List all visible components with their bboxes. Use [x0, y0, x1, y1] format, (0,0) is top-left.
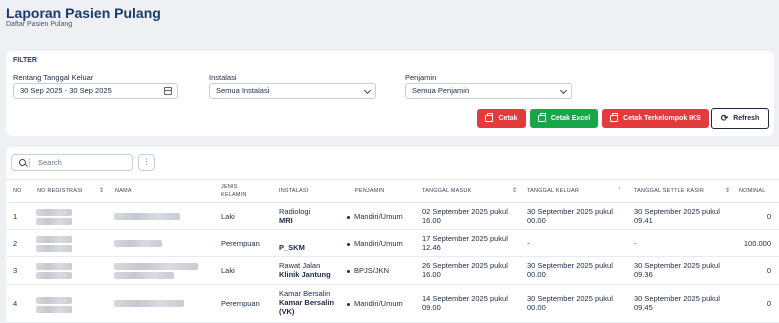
redacted-nama: [114, 240, 162, 247]
table-row[interactable]: 1 Laki Radiologi MRI Mandiri/Umum 02 Sep…: [6, 203, 779, 230]
row-no: 3: [13, 266, 18, 275]
redacted-registrasi: [36, 272, 72, 279]
row-jam-masuk: 09.00: [422, 303, 441, 312]
row-tanggal-settle: -: [634, 239, 637, 248]
sort-asc-icon[interactable]: ↑: [618, 186, 621, 192]
row-penjamin: Mandiri/Umum: [347, 299, 403, 309]
row-jam-keluar: 00.00: [527, 303, 546, 312]
filter-card: FILTER Rentang Tanggal Keluar 30 Sep 202…: [6, 51, 774, 136]
col-no-registrasi[interactable]: NO REGISTRASI: [37, 188, 83, 194]
cetak-label: Cetak: [498, 115, 518, 122]
row-jam-settle: 09.36: [634, 270, 653, 279]
redacted-nama: [114, 300, 184, 307]
instalasi-value: Semua Instalasi: [216, 86, 270, 95]
redacted-registrasi: [36, 209, 72, 216]
row-unit: P_SKM: [279, 243, 305, 252]
printer-icon: [610, 113, 619, 122]
sort-icon[interactable]: ⇕: [725, 187, 730, 194]
row-unit: Klinik Jantung: [279, 270, 331, 279]
penjamin-select[interactable]: Semua Penjamin: [405, 83, 572, 99]
row-jam-masuk: 16.00: [422, 270, 441, 279]
redacted-nama: [114, 213, 180, 220]
row-penjamin: BPJS/JKN: [347, 266, 389, 276]
table-row[interactable]: 3 Laki Rawat Jalan Klinik Jantung BPJS/J…: [6, 257, 779, 285]
row-unit: MRI: [279, 216, 293, 225]
col-jenis-kelamin: JENIS: [221, 184, 238, 190]
row-nominal: 0: [766, 299, 771, 308]
calendar-icon: [164, 87, 172, 95]
col-nama: NAMA: [115, 188, 132, 194]
row-no: 4: [13, 299, 18, 308]
col-instalasi: INSTALASI: [279, 188, 309, 194]
table-row[interactable]: 4 Perempuan Kamar Bersalin Kamar Bersali…: [6, 285, 779, 323]
chevron-down-icon: [363, 86, 372, 95]
row-nominal: 100.000: [743, 239, 771, 248]
table-card: Search ⫶ NO NO REGISTRASI ⇕ NAMA JENIS K…: [6, 147, 779, 323]
redacted-nama: [114, 272, 174, 279]
cetak-excel-label: Cetak Excel: [550, 115, 591, 122]
row-no: 1: [13, 212, 18, 221]
row-penjamin: Mandiri/Umum: [347, 212, 403, 222]
row-no: 2: [13, 239, 18, 248]
cetak-terkelompok-label: Cetak Terkelompok IKS: [623, 115, 701, 122]
sort-icon[interactable]: ⇕: [512, 187, 517, 194]
row-penjamin: Mandiri/Umum: [347, 239, 403, 249]
printer-icon: [485, 113, 494, 122]
search-icon: [16, 158, 30, 168]
col-tanggal-settle[interactable]: TANGGAL SETTLE KASIR: [634, 188, 704, 194]
row-jenis-kelamin: Perempuan: [221, 299, 260, 308]
instalasi-select[interactable]: Semua Instalasi: [209, 83, 376, 99]
col-jenis-kelamin-2: KELAMIN: [221, 192, 247, 198]
row-jam-settle: 09.41: [634, 216, 653, 225]
row-jam-masuk: 12.46: [422, 243, 441, 252]
redacted-registrasi: [36, 297, 72, 304]
page-title: Laporan Pasien Pulang: [6, 5, 161, 21]
redacted-registrasi: [36, 263, 72, 270]
date-range-input[interactable]: 30 Sep 2025 - 30 Sep 2025: [13, 83, 178, 99]
cetak-button[interactable]: Cetak: [477, 109, 526, 128]
redacted-nama: [114, 263, 198, 270]
refresh-label: Refresh: [733, 115, 760, 122]
row-unit-extra: (VK): [279, 307, 295, 316]
printer-icon: [537, 113, 546, 122]
col-nominal: NOMINAL: [739, 188, 766, 194]
cetak-excel-button[interactable]: Cetak Excel: [530, 109, 598, 128]
col-tanggal-masuk[interactable]: TANGGAL MASUK: [422, 188, 471, 194]
row-jenis-kelamin: Laki: [221, 266, 235, 275]
redacted-registrasi: [36, 218, 72, 225]
penjamin-value: Semua Penjamin: [412, 86, 470, 95]
col-penjamin: PENJAMIN: [355, 188, 385, 194]
row-jam-masuk: 16.00: [422, 216, 441, 225]
refresh-button[interactable]: ⟳ Refresh: [711, 108, 769, 129]
row-jam-keluar: 00.00: [527, 216, 546, 225]
redacted-registrasi: [36, 306, 72, 313]
search-placeholder: Search: [38, 158, 62, 167]
instalasi-label: Instalasi: [209, 73, 237, 82]
col-no: NO: [13, 188, 22, 194]
sort-icon[interactable]: ⇕: [99, 187, 104, 194]
chevron-down-icon: [559, 86, 568, 95]
row-jam-settle: 09.45: [634, 303, 653, 312]
col-tanggal-keluar[interactable]: TANGGAL KELUAR: [527, 188, 579, 194]
table-row[interactable]: 2 Perempuan P_SKM Mandiri/Umum 17 Septem…: [6, 230, 779, 257]
search-input[interactable]: Search: [11, 154, 133, 171]
row-nominal: 0: [766, 212, 771, 221]
penjamin-label: Penjamin: [405, 73, 437, 82]
filter-title: FILTER: [13, 57, 37, 64]
row-jenis-kelamin: Laki: [221, 212, 235, 221]
row-jenis-kelamin: Perempuan: [221, 239, 260, 248]
page-subtitle: Daftar Pasien Pulang: [6, 21, 73, 28]
redacted-registrasi: [36, 236, 72, 243]
redacted-registrasi: [36, 245, 72, 252]
table-header: NO NO REGISTRASI ⇕ NAMA JENIS KELAMIN IN…: [6, 179, 779, 203]
date-range-label: Rentang Tanggal Keluar: [13, 73, 94, 82]
date-range-value: 30 Sep 2025 - 30 Sep 2025: [20, 86, 112, 95]
row-jam-keluar: 00.00: [527, 270, 546, 279]
row-nominal: 0: [766, 266, 771, 275]
cetak-terkelompok-button[interactable]: Cetak Terkelompok IKS: [602, 109, 709, 128]
column-settings-icon[interactable]: ⫶: [138, 154, 155, 171]
row-tanggal-keluar: -: [527, 239, 530, 248]
refresh-icon: ⟳: [720, 113, 729, 123]
